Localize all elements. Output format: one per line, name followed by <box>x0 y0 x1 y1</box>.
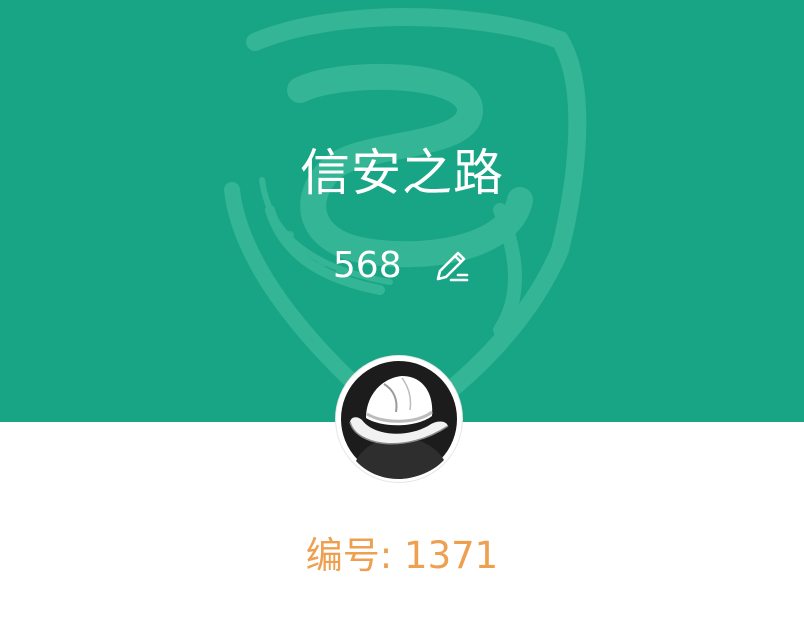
pencil-edit-icon[interactable] <box>431 246 471 286</box>
hat-avatar-icon <box>337 357 461 481</box>
avatar[interactable] <box>336 356 462 482</box>
article-count: 568 <box>332 245 402 286</box>
count-row: 568 <box>0 240 804 291</box>
account-title: 信安之路 <box>300 144 504 202</box>
member-number: 编号: 1371 <box>305 534 499 577</box>
profile-card: 信安之路 568 编号: 1371 <box>0 0 804 618</box>
